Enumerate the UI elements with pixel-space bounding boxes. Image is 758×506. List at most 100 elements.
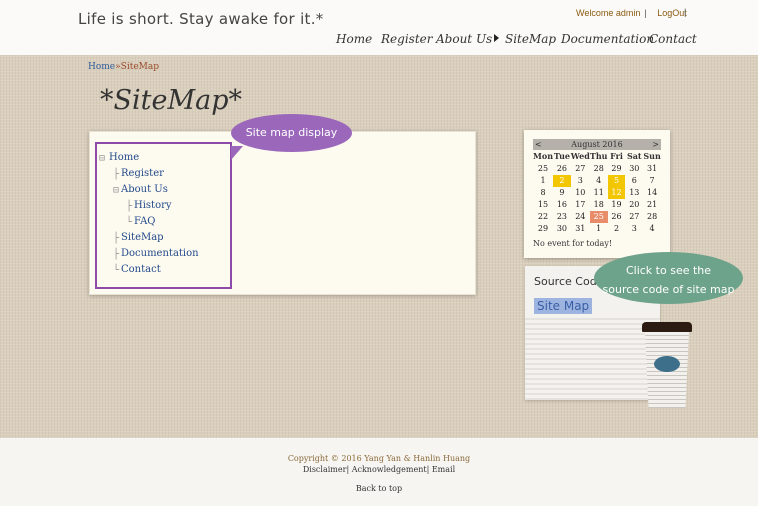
calendar-day[interactable]: 31 [571,223,590,235]
tree-collapse-icon[interactable]: ⊟ [99,153,105,164]
calendar-day[interactable]: 31 [643,163,661,175]
calendar-dow: Fri [610,151,623,161]
calendar-day[interactable]: 25 [533,163,553,175]
callout-line-2: source code of site map [602,283,735,296]
calendar-day[interactable]: 30 [553,223,571,235]
nav-documentation[interactable]: Documentation [561,32,654,46]
page-title: *SiteMap* [100,85,242,116]
cup-logo [654,356,680,372]
disclaimer-link[interactable]: Disclaimer [303,465,347,474]
calendar-day[interactable]: 11 [590,187,608,199]
calendar-day[interactable]: 1 [533,175,553,187]
calendar-day[interactable]: 2 [553,175,571,187]
calendar-day[interactable]: 15 [533,199,553,211]
calendar-dow: Sat [626,151,642,161]
tree-item-register[interactable]: Register [121,168,164,179]
nav-about-us[interactable]: About Us [436,32,500,46]
separator: | [644,8,647,18]
calendar-day[interactable]: 16 [553,199,571,211]
tree-branch-line: ├ [126,201,133,212]
calendar-dow: Wed [570,151,590,161]
tree-item-documentation[interactable]: Documentation [121,248,199,259]
calendar-month: August 2016 [571,140,623,149]
tree-item-home[interactable]: Home [109,152,139,163]
tree-item-about-us[interactable]: About Us [121,184,168,195]
calendar-day[interactable]: 26 [553,163,571,175]
user-bar: Welcome admin | LogOut | [576,7,687,18]
calendar-day[interactable]: 22 [533,211,553,223]
calendar-dow: Sun [643,151,661,161]
tree-item-history[interactable]: History [134,200,172,211]
calendar-day[interactable]: 13 [625,187,643,199]
calendar-day[interactable]: 28 [643,211,661,223]
tree-item-contact[interactable]: Contact [121,264,161,275]
calendar-dow: Mon [533,151,554,161]
acknowledgement-link[interactable]: Acknowledgement [352,465,427,474]
calendar-day[interactable]: 24 [571,211,590,223]
nav-home[interactable]: Home [336,32,372,46]
sitemap-callout: Site map display [231,114,352,152]
back-to-top-link[interactable]: Back to top [0,484,758,493]
site-tagline: Life is short. Stay awake for it.* [78,10,324,28]
calendar-day[interactable]: 3 [571,175,590,187]
calendar-day[interactable]: 7 [643,175,661,187]
nav-about-us-label: About Us [436,32,493,46]
calendar-day[interactable]: 4 [590,175,608,187]
separator: | [684,7,687,17]
sitemap-tree: ⊟ Home ├ Register ⊟ About Us ├ History └… [95,142,232,289]
calendar-day[interactable]: 5 [607,175,626,187]
source-code-link[interactable]: Site Map [534,298,593,314]
tree-item-faq[interactable]: FAQ [134,216,156,227]
calendar-day[interactable]: 3 [625,223,643,235]
calendar-day[interactable]: 4 [643,223,661,235]
calendar-day[interactable]: 21 [643,199,661,211]
breadcrumb-current: SiteMap [120,62,159,72]
caret-right-icon [494,34,500,42]
calendar-day[interactable]: 12 [607,187,626,199]
calendar-day[interactable]: 23 [553,211,571,223]
nav-register[interactable]: Register [381,32,432,46]
welcome-text: Welcome admin [576,8,641,18]
tree-branch-line: ├ [113,249,120,260]
source-code-callout: Click to see the source code of site map [594,252,743,304]
calendar-day[interactable]: 25 [589,211,608,223]
calendar-day[interactable]: 17 [571,199,590,211]
breadcrumb: Home»SiteMap [88,62,159,72]
calendar-day[interactable]: 20 [625,199,643,211]
tree-item-sitemap[interactable]: SiteMap [121,232,164,243]
calendar-day[interactable]: 26 [608,211,626,223]
calendar-day[interactable]: 30 [625,163,643,175]
calendar-day[interactable]: 29 [608,163,626,175]
calendar-day[interactable]: 27 [571,163,590,175]
newspaper-image [525,318,660,400]
nav-sitemap[interactable]: SiteMap [505,32,556,46]
calendar-next-button[interactable]: > [652,139,659,150]
sitemap-panel: ⊟ Home ├ Register ⊟ About Us ├ History └… [89,131,476,295]
calendar-day[interactable]: 27 [625,211,643,223]
calendar-day[interactable]: 28 [590,163,608,175]
tree-collapse-icon[interactable]: ⊟ [113,185,119,196]
tree-branch-line: ├ [113,169,120,180]
calendar-prev-button[interactable]: < [535,139,542,150]
copyright: Copyright © 2016 Yang Yan & Hanlin Huang [287,454,471,463]
breadcrumb-home[interactable]: Home [88,62,115,72]
callout-line-1: Click to see the [625,264,712,277]
calendar-day[interactable]: 10 [571,187,590,199]
calendar-day[interactable]: 19 [608,199,626,211]
logout-link[interactable]: LogOut [657,8,687,18]
calendar-day[interactable]: 14 [643,187,661,199]
calendar-day[interactable]: 8 [533,187,553,199]
calendar-day[interactable]: 1 [590,223,608,235]
cup-lid [642,322,692,332]
calendar-day[interactable]: 2 [608,223,626,235]
tree-branch-line: └ [113,265,120,276]
calendar-day[interactable]: 9 [553,187,571,199]
calendar-day[interactable]: 6 [625,175,643,187]
nav-contact[interactable]: Contact [649,32,697,46]
email-link[interactable]: Email [432,465,455,474]
calendar-panel: < August 2016 > Mon Tue Wed Thu Fri Sat Sun 25 2… [524,130,670,258]
calendar-day[interactable]: 29 [533,223,553,235]
header: Life is short. Stay awake for it.* Welco… [0,0,758,55]
no-event-text: No event for today! [533,239,613,248]
calendar-day[interactable]: 18 [590,199,608,211]
